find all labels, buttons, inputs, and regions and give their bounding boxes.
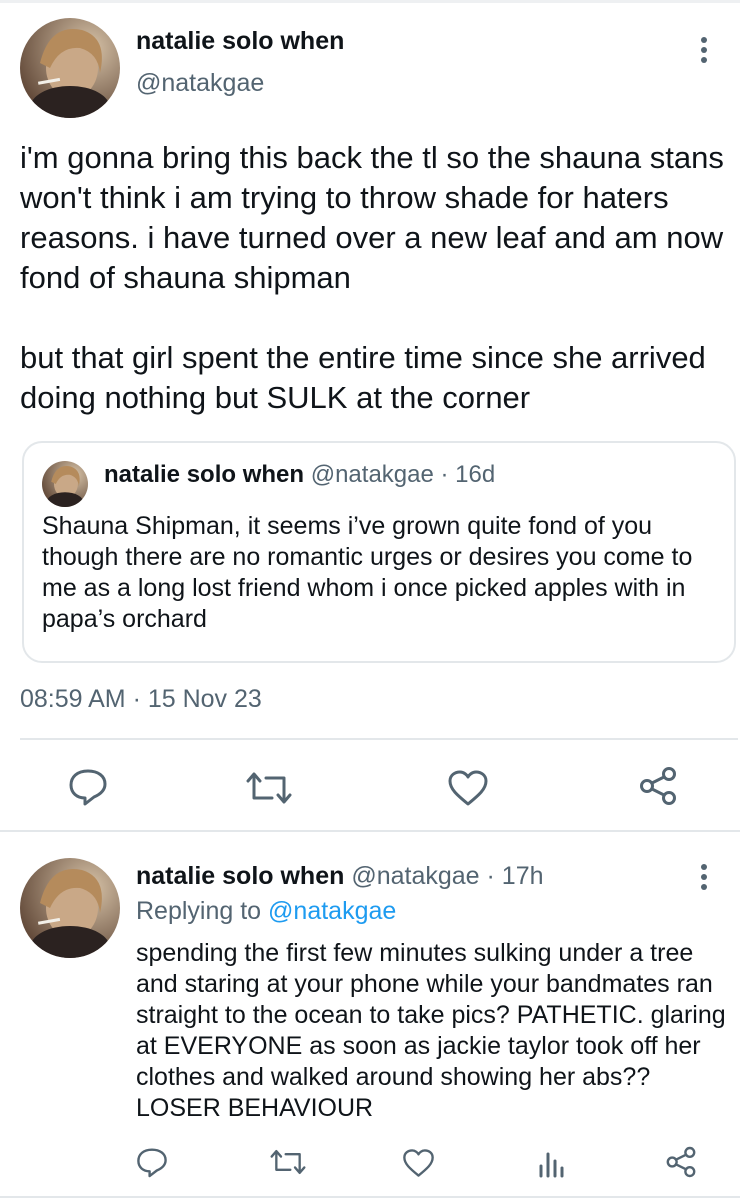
- reply-more-options-icon[interactable]: [692, 857, 716, 897]
- quoted-meta: natalie solo when @natakgae · 16d: [104, 461, 495, 489]
- reply-retweet-icon[interactable]: [270, 1148, 306, 1176]
- share-icon[interactable]: [638, 766, 678, 806]
- retweet-icon[interactable]: [246, 770, 292, 806]
- reply-avatar[interactable]: [20, 858, 120, 958]
- reply-reply-icon[interactable]: [136, 1147, 168, 1178]
- tweet-paragraph-2: but that girl spent the entire time sinc…: [20, 340, 706, 415]
- analytics-icon[interactable]: [538, 1148, 564, 1178]
- more-options-icon[interactable]: [692, 30, 716, 70]
- replying-label: Replying to: [136, 897, 262, 925]
- quoted-time: · 16d: [440, 461, 496, 488]
- quoted-author-name: natalie solo when: [104, 461, 305, 488]
- reply-author-name[interactable]: natalie solo when: [136, 862, 344, 890]
- quoted-text: Shauna Shipman, it seems i’ve grown quit…: [42, 512, 693, 633]
- divider: [20, 738, 738, 740]
- top-divider: [0, 0, 740, 3]
- reply-time: · 17h: [486, 862, 544, 890]
- author-name[interactable]: natalie solo when: [136, 27, 344, 56]
- like-icon[interactable]: [447, 769, 489, 807]
- author-handle[interactable]: @natakgae: [136, 69, 264, 98]
- tweet-separator: [0, 830, 740, 832]
- tweet-paragraph-1: i'm gonna bring this back the tl so the …: [20, 140, 724, 295]
- quoted-avatar: [42, 461, 88, 507]
- replying-to-link[interactable]: @natakgae: [268, 897, 396, 925]
- quoted-tweet[interactable]: natalie solo when @natakgae · 16d Shauna…: [22, 441, 736, 663]
- reply-like-icon[interactable]: [402, 1148, 435, 1178]
- quoted-author-handle: @natakgae: [310, 461, 434, 488]
- reply-author-handle[interactable]: @natakgae: [351, 862, 479, 890]
- reply-meta: natalie solo when @natakgae · 17h: [136, 862, 544, 891]
- reply-share-icon[interactable]: [665, 1146, 697, 1178]
- reply-icon[interactable]: [68, 768, 108, 806]
- avatar[interactable]: [20, 18, 120, 118]
- tweet-timestamp[interactable]: 08:59 AM · 15 Nov 23: [20, 685, 262, 714]
- replying-to: Replying to @natakgae: [136, 897, 396, 926]
- bottom-divider: [0, 1196, 740, 1198]
- reply-text: spending the first few minutes sulking u…: [136, 939, 726, 1122]
